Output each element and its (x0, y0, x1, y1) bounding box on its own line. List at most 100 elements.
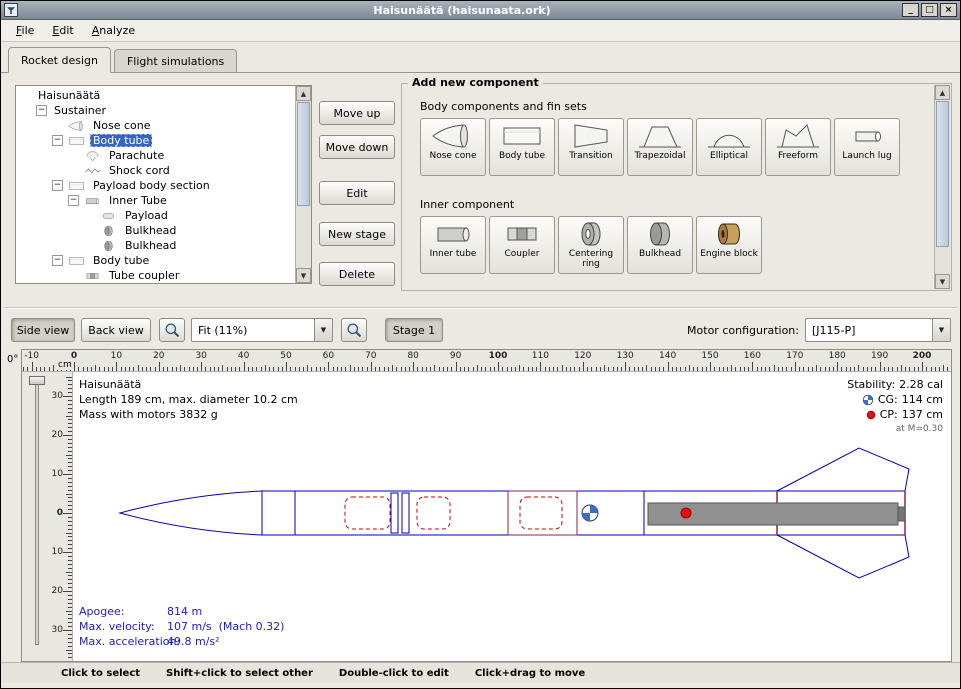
tree-expander-icon[interactable]: − (68, 195, 79, 206)
fin-lower-shape[interactable] (777, 535, 909, 578)
body-tube-shape[interactable] (262, 491, 577, 535)
add-launch-lug-button[interactable]: Launch lug (834, 118, 900, 176)
combo-arrow-icon[interactable]: ▼ (932, 319, 950, 341)
tree-item-body-tube[interactable]: −Body tube (16, 133, 295, 148)
tab-flight-simulations[interactable]: Flight simulations (114, 49, 237, 72)
scrollbar-track[interactable] (935, 100, 950, 274)
ruler-tick (388, 367, 389, 371)
ruler-tick (68, 482, 72, 483)
menu-item-edit[interactable]: Edit (43, 21, 82, 40)
zoom-out-button[interactable] (341, 318, 367, 342)
motor-configuration-combobox[interactable]: [J115-P] ▼ (805, 318, 951, 342)
nose-cone-shape[interactable] (120, 491, 262, 535)
tree-item-bulkhead[interactable]: Bulkhead (16, 223, 295, 238)
add-trapezoidal-button[interactable]: Trapezoidal (627, 118, 693, 176)
ruler-tick (909, 367, 910, 371)
tree-item-sustainer[interactable]: −Sustainer (16, 103, 295, 118)
scrollbar-thumb[interactable] (297, 102, 310, 206)
fin-upper-shape[interactable] (777, 448, 909, 491)
tree-scrollbar[interactable]: ▲ ▼ (295, 86, 311, 283)
scroll-down-icon[interactable]: ▼ (935, 274, 950, 289)
add-engine-block-button[interactable]: Engine block (696, 216, 762, 274)
menu-item-file[interactable]: File (7, 21, 43, 40)
rotation-slider-handle[interactable] (29, 376, 45, 385)
ruler-tick (562, 365, 563, 371)
tree-item-nose-cone[interactable]: Nose cone (16, 118, 295, 133)
ruler-tick (515, 367, 516, 371)
rotation-slider[interactable] (22, 372, 51, 661)
add-coupler-button[interactable]: Coupler (489, 216, 555, 274)
ruler-tick (553, 367, 554, 371)
bulkhead-shape[interactable] (391, 493, 398, 533)
ruler-tick (74, 362, 75, 371)
tree-item-inner-tube[interactable]: −Inner Tube (16, 193, 295, 208)
back-view-button[interactable]: Back view (81, 318, 151, 342)
bulkhead-shape[interactable] (402, 493, 409, 533)
ruler-tick (583, 362, 584, 371)
move-down-button[interactable]: Move down (319, 135, 395, 159)
ruler-tick (931, 367, 932, 371)
add-centering-ring-button[interactable]: Centering ring (558, 216, 624, 274)
tree-item-payload-body-section[interactable]: −Payload body section (16, 178, 295, 193)
inner-component-label: Inner component (420, 198, 514, 211)
tree-item-haisun-t[interactable]: Haisunäätä (16, 88, 295, 103)
ruler-tick (396, 367, 397, 371)
component-tree[interactable]: Haisunäätä−SustainerNose cone−Body tubeP… (16, 86, 295, 283)
add-nose-cone-button[interactable]: Nose cone (420, 118, 486, 176)
rocket-info: Haisunäätä Length 189 cm, max. diameter … (79, 377, 298, 422)
menu-item-analyze[interactable]: Analyze (83, 21, 144, 40)
ruler-tick (646, 365, 647, 371)
tree-item-tube-coupler[interactable]: Tube coupler (16, 268, 295, 283)
delete-button[interactable]: Delete (319, 262, 395, 286)
close-button[interactable]: × (940, 3, 957, 17)
scroll-up-icon[interactable]: ▲ (296, 86, 311, 101)
add-inner-tube-button[interactable]: Inner tube (420, 216, 486, 274)
ruler-tick (871, 367, 872, 371)
add-bulkhead-button[interactable]: Bulkhead (627, 216, 693, 274)
tree-expander-icon[interactable]: − (52, 180, 63, 191)
flight-stat-row: Max. acceleration:49.8 m/s² (79, 634, 284, 649)
add-freeform-button[interactable]: Freeform (765, 118, 831, 176)
combo-arrow-icon[interactable]: ▼ (314, 319, 332, 341)
side-view-button[interactable]: Side view (11, 318, 75, 342)
scrollbar-thumb[interactable] (936, 101, 949, 247)
tree-item-bulkhead[interactable]: Bulkhead (16, 238, 295, 253)
ruler-tick (66, 494, 72, 495)
stage-1-button[interactable]: Stage 1 (385, 318, 443, 342)
tree-item-shock-cord[interactable]: Shock cord (16, 163, 295, 178)
tree-expander-icon[interactable]: − (36, 105, 47, 116)
ruler-tick (740, 367, 741, 371)
ruler-tick (761, 367, 762, 371)
zoom-combobox[interactable]: Fit (11%) ▼ (191, 318, 333, 342)
ruler-label: 190 (871, 351, 888, 361)
minimize-button[interactable]: _ (902, 3, 919, 17)
tree-expander-icon[interactable]: − (52, 255, 63, 266)
ruler-tick (68, 622, 72, 623)
tree-item-parachute[interactable]: Parachute (16, 148, 295, 163)
move-up-button[interactable]: Move up (319, 101, 395, 125)
edit-button[interactable]: Edit (319, 181, 395, 205)
ruler-tick (68, 408, 72, 409)
scroll-down-icon[interactable]: ▼ (296, 268, 311, 283)
ruler-tick (227, 367, 228, 371)
ruler-tick (858, 365, 859, 371)
scroll-up-icon[interactable]: ▲ (935, 85, 950, 100)
tab-rocket-design[interactable]: Rocket design (8, 47, 111, 73)
rotation-slider-track[interactable] (35, 380, 39, 645)
ruler-tick (290, 367, 291, 371)
rocket-canvas[interactable]: Haisunäätä Length 189 cm, max. diameter … (73, 372, 951, 661)
add-transition-button[interactable]: Transition (558, 118, 624, 176)
titlebar[interactable]: Haisunäätä (haisunaata.ork) _ □ × (1, 1, 960, 20)
ruler-tick (68, 607, 72, 608)
add-panel-scrollbar[interactable]: ▲ ▼ (934, 85, 950, 289)
tree-item-payload[interactable]: Payload (16, 208, 295, 223)
maximize-button[interactable]: □ (921, 3, 938, 17)
tree-expander-icon[interactable]: − (52, 135, 63, 146)
new-stage-button[interactable]: New stage (319, 222, 395, 246)
rocket-dimensions: Length 189 cm, max. diameter 10.2 cm (79, 392, 298, 407)
add-body-tube-button[interactable]: Body tube (489, 118, 555, 176)
add-elliptical-button[interactable]: Elliptical (696, 118, 762, 176)
tree-item-body-tube[interactable]: −Body tube (16, 253, 295, 268)
scrollbar-track[interactable] (296, 101, 311, 268)
zoom-in-button[interactable] (159, 318, 185, 342)
